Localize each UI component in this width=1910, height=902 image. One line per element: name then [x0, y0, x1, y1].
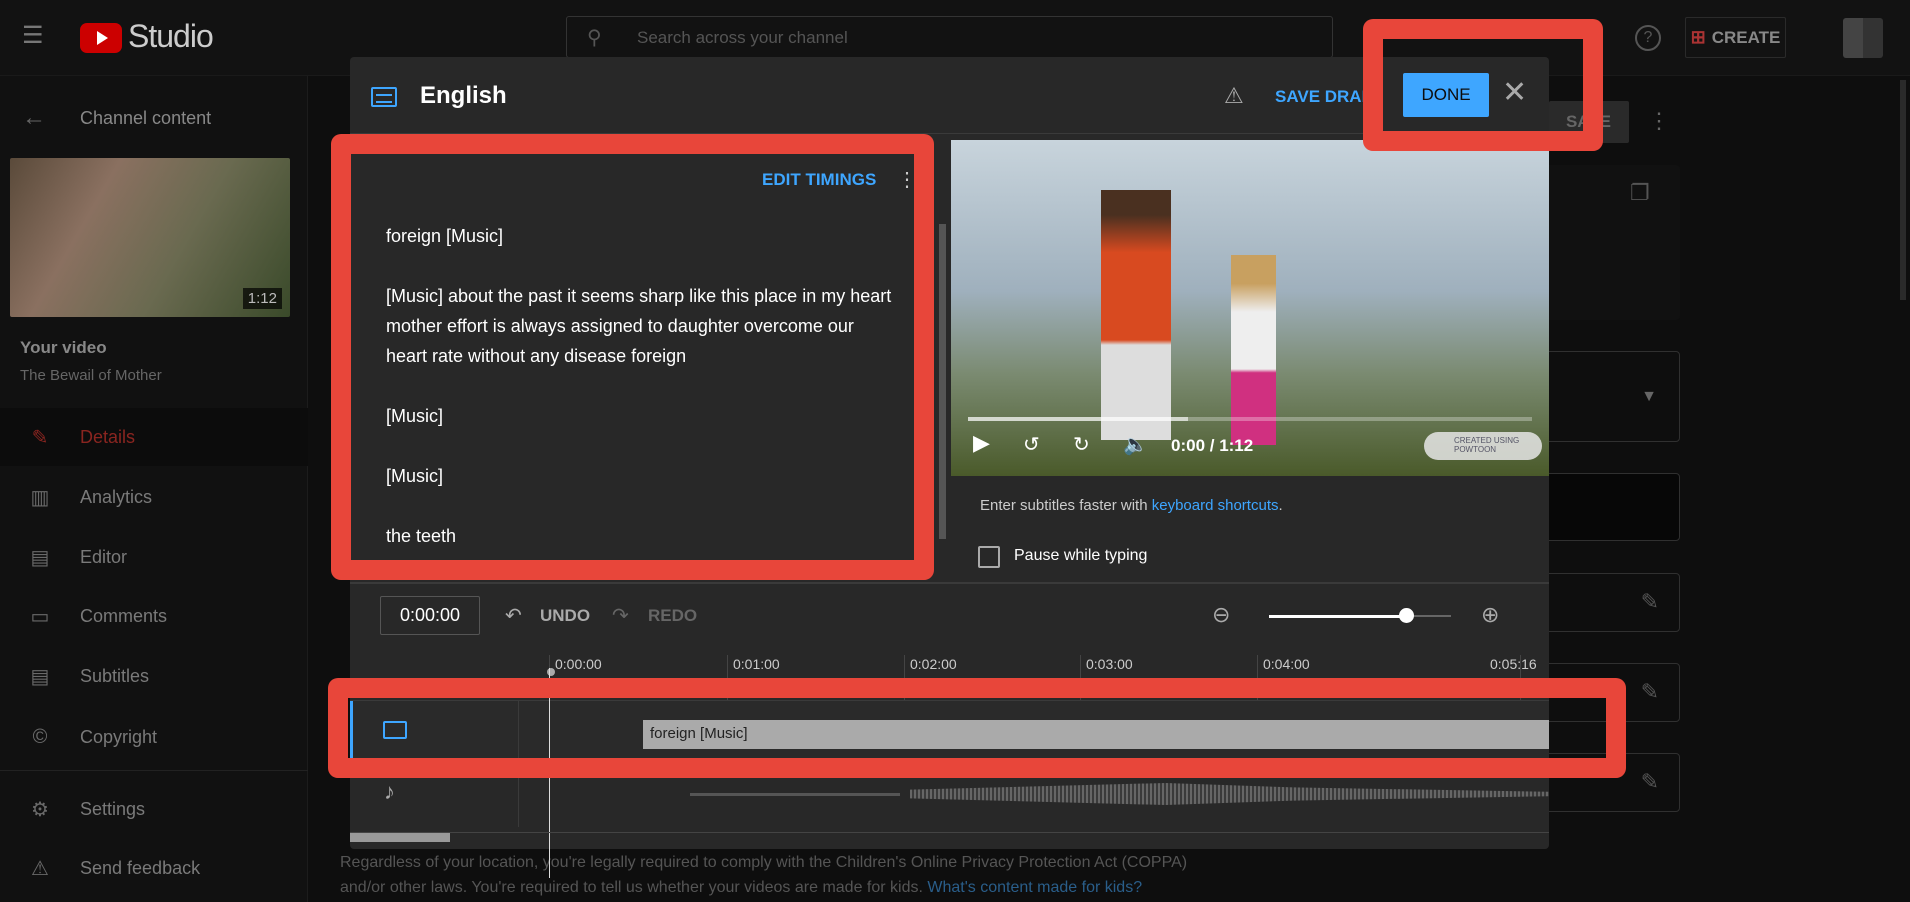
powtoon-watermark: CREATED USING POWTOON — [1424, 432, 1542, 460]
sidebar-item-label: Editor — [80, 546, 128, 567]
forward-10-icon[interactable]: ↻ — [1073, 432, 1090, 457]
divider — [350, 582, 1549, 584]
sidebar-item-label: Copyright — [80, 726, 158, 747]
subtitles-icon: ▤ — [30, 665, 50, 688]
highlight-box — [1363, 19, 1603, 151]
sidebar-item-subtitles[interactable]: ▤ Subtitles — [0, 647, 308, 705]
sidebar-item-label: Comments — [80, 605, 168, 626]
ruler-tick-label: 0:05:16 — [1490, 656, 1537, 672]
highlight-box — [331, 134, 934, 580]
undo-icon[interactable]: ↶ — [505, 603, 522, 628]
your-video-label: Your video — [20, 338, 107, 357]
redo-icon[interactable]: ↷ — [612, 603, 629, 628]
ruler-tick-label: 0:03:00 — [1086, 656, 1133, 672]
coppa-text: Regardless of your location, you're lega… — [340, 854, 1188, 871]
gear-icon: ⚙ — [31, 798, 49, 821]
sidebar-item-comments[interactable]: ▭ Comments — [0, 587, 308, 645]
rewind-10-icon[interactable]: ↺ — [1023, 432, 1040, 457]
back-arrow-icon[interactable]: ← — [22, 104, 46, 132]
analytics-icon: ▥ — [30, 486, 50, 509]
sidebar-item-editor[interactable]: ▤ Editor — [0, 528, 308, 586]
coppa-link[interactable]: What's content made for kids? — [927, 879, 1142, 896]
keyboard-shortcuts-link[interactable]: keyboard shortcuts — [1152, 497, 1279, 514]
divider — [0, 770, 308, 771]
hint-end: . — [1278, 497, 1283, 514]
search-icon: ⚲ — [587, 27, 602, 49]
highlight-box — [328, 678, 1626, 778]
chevron-down-icon: ▼ — [1641, 388, 1657, 405]
copy-icon[interactable]: ❐ — [1630, 180, 1650, 206]
comments-icon: ▭ — [30, 605, 50, 628]
more-options-icon[interactable]: ⋮ — [1648, 108, 1670, 134]
search-input[interactable]: ⚲ Search across your channel — [566, 16, 1333, 58]
create-label: CREATE — [1711, 27, 1781, 47]
sidebar-item-analytics[interactable]: ▥ Analytics — [0, 468, 308, 526]
timeline-scrollbar[interactable] — [350, 833, 450, 842]
ruler-tick-label: 0:00:00 — [555, 656, 602, 672]
audio-waveform — [910, 783, 1549, 805]
subtitles-icon — [371, 87, 397, 107]
divider — [350, 832, 1549, 833]
help-icon[interactable]: ? — [1635, 25, 1661, 51]
sidebar: ← Channel content 1:12 Your video The Be… — [0, 76, 308, 902]
sidebar-item-details[interactable]: ✎ Details — [0, 408, 308, 466]
page-scrollbar[interactable] — [1900, 80, 1906, 300]
sidebar-item-label: Send feedback — [80, 857, 201, 878]
menu-icon[interactable]: ☰ — [22, 24, 46, 48]
thumbnail-duration: 1:12 — [242, 288, 282, 309]
video-frame-figure — [1101, 190, 1171, 440]
channel-content-link[interactable]: Channel content — [80, 108, 211, 129]
dialog-title: English — [420, 82, 507, 109]
pause-label: Pause while typing — [1014, 547, 1148, 564]
sidebar-item-copyright[interactable]: © Copyright — [0, 708, 308, 766]
sidebar-item-label: Subtitles — [80, 665, 150, 686]
feedback-icon: ⚠ — [31, 857, 49, 880]
coppa-text-line: and/or other laws. You're required to te… — [340, 879, 923, 896]
editor-icon: ▤ — [30, 546, 50, 569]
pause-while-typing-checkbox[interactable] — [978, 546, 1000, 568]
zoom-slider-handle[interactable] — [1398, 608, 1414, 623]
create-video-icon: ⊞ — [1690, 27, 1706, 47]
sidebar-item-label: Settings — [80, 798, 146, 819]
pencil-icon: ✎ — [1640, 589, 1659, 614]
video-player[interactable]: ▶ ↺ ↻ 🔈 0:00 / 1:12 CREATED USING POWTOO… — [951, 140, 1549, 476]
avatar[interactable] — [1843, 18, 1883, 58]
shortcut-hint: Enter subtitles faster with keyboard sho… — [980, 497, 1283, 514]
music-note-icon: ♪ — [384, 779, 395, 804]
zoom-out-icon[interactable]: ⊖ — [1212, 602, 1230, 628]
undo-button[interactable]: UNDO — [540, 606, 590, 626]
volume-icon[interactable]: 🔈 — [1123, 432, 1148, 457]
app-name: Studio — [128, 18, 214, 54]
video-thumbnail[interactable]: 1:12 — [10, 158, 290, 317]
search-placeholder: Search across your channel — [637, 28, 848, 47]
coppa-text-2: and/or other laws. You're required to te… — [340, 879, 1142, 897]
video-title: The Bewail of Mother — [20, 367, 162, 384]
play-icon[interactable]: ▶ — [973, 430, 990, 456]
ruler-tick-label: 0:01:00 — [733, 656, 780, 672]
redo-button[interactable]: REDO — [648, 606, 697, 626]
sidebar-item-label: Details — [80, 426, 136, 447]
zoom-in-icon[interactable]: ⊕ — [1481, 602, 1499, 628]
sidebar-item-label: Analytics — [80, 486, 153, 507]
pencil-icon: ✎ — [1640, 769, 1659, 794]
audio-waveform — [690, 793, 900, 796]
hint-text: Enter subtitles faster with — [980, 497, 1148, 514]
zoom-slider[interactable] — [1269, 608, 1451, 623]
caption-scrollbar[interactable] — [939, 224, 946, 539]
create-button[interactable]: ⊞ CREATE — [1685, 17, 1786, 58]
youtube-logo-icon[interactable] — [80, 23, 122, 53]
feedback-icon[interactable]: ⚠ — [1224, 83, 1244, 109]
ruler-tick-label: 0:04:00 — [1263, 656, 1310, 672]
ruler-tick-label: 0:02:00 — [910, 656, 957, 672]
timecode-input[interactable]: 0:00:00 — [380, 596, 480, 635]
pencil-icon: ✎ — [1640, 679, 1659, 704]
sidebar-item-settings[interactable]: ⚙ Settings — [0, 780, 308, 838]
sidebar-item-send-feedback[interactable]: ⚠ Send feedback — [0, 839, 308, 897]
time-display: 0:00 / 1:12 — [1171, 436, 1254, 455]
copyright-icon: © — [32, 725, 48, 748]
pencil-icon: ✎ — [31, 426, 49, 449]
video-progress-bar[interactable] — [968, 417, 1532, 421]
